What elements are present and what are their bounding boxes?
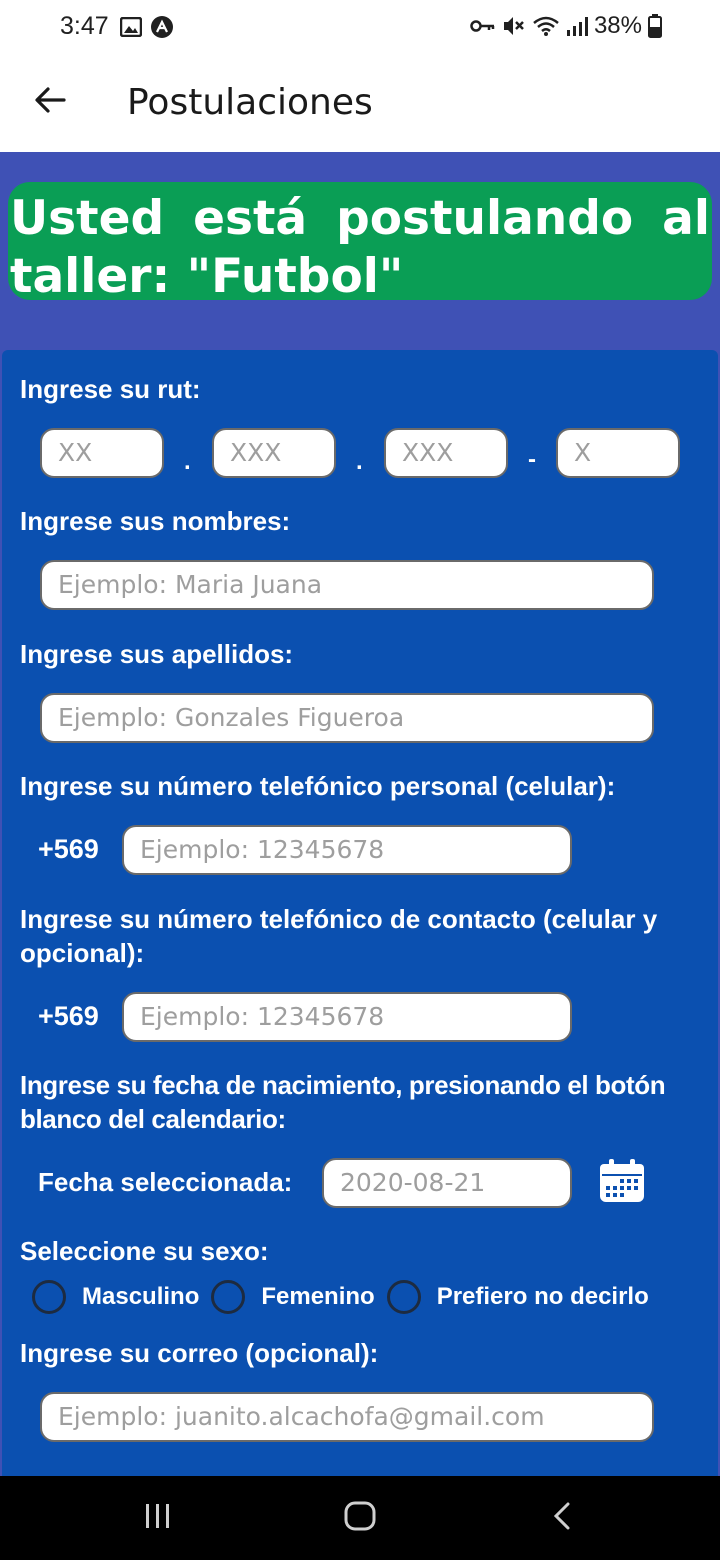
recent-apps-icon — [143, 1502, 173, 1535]
back-nav-button[interactable] — [542, 1498, 582, 1538]
rut-label: Ingrese su rut: — [20, 374, 201, 404]
rut-separator-2: . — [356, 448, 363, 475]
home-icon — [343, 1500, 377, 1537]
radio-masculino[interactable] — [32, 1280, 66, 1314]
signal-icon — [566, 16, 588, 36]
rut-verifier-field[interactable]: X — [556, 428, 680, 478]
apellidos-input[interactable]: Ejemplo: Gonzales Figueroa — [40, 693, 654, 743]
radio-femenino-label[interactable]: Femenino — [261, 1283, 374, 1311]
correo-input[interactable]: Ejemplo: juanito.alcachofa@gmail.com — [40, 1392, 654, 1442]
status-bar: 3:47 38% — [0, 0, 720, 56]
battery-percent: 38% — [593, 12, 642, 39]
page-title: Postulaciones — [127, 82, 373, 123]
arrow-left-icon — [34, 86, 66, 119]
rut-separator-1: . — [184, 448, 191, 475]
telefono-personal-label: Ingrese su número telefónico personal (c… — [20, 771, 616, 801]
app-bar: Postulaciones — [0, 56, 720, 152]
radio-femenino[interactable] — [211, 1280, 246, 1314]
workshop-banner: Usted está postulando al taller: "Futbol… — [8, 182, 712, 300]
correo-label: Ingrese su correo (opcional): — [20, 1338, 379, 1368]
vpn-key-icon — [470, 18, 496, 34]
sexo-label: Seleccione su sexo: — [20, 1236, 269, 1266]
rut-separator-3: - — [528, 446, 536, 473]
radio-prefiero-no-decirlo-label[interactable]: Prefiero no decirlo — [437, 1283, 649, 1311]
application-form: Ingrese su rut: XX . XXX . XXX - X Ingre… — [2, 350, 718, 1476]
telefono-contacto-input[interactable]: Ejemplo: 12345678 — [122, 992, 572, 1042]
telefono-personal-input[interactable]: Ejemplo: 12345678 — [122, 825, 572, 875]
back-nav-icon — [551, 1501, 573, 1536]
telefono-contacto-prefix: +569 — [38, 1001, 99, 1031]
status-right-icons: 38% — [470, 12, 662, 40]
battery-icon — [648, 14, 662, 38]
status-left-icons — [119, 15, 174, 44]
calendar-icon — [598, 1159, 646, 1208]
calendar-button[interactable] — [598, 1158, 646, 1204]
mute-icon — [502, 15, 526, 37]
radio-masculino-label[interactable]: Masculino — [82, 1283, 199, 1311]
nombres-input[interactable]: Ejemplo: Maria Juana — [40, 560, 654, 610]
fecha-label: Ingrese su fecha de nacimiento, presiona… — [20, 1070, 666, 1134]
home-button[interactable] — [340, 1498, 380, 1538]
rut-field-1[interactable]: XX — [40, 428, 164, 478]
nombres-label: Ingrese sus nombres: — [20, 506, 291, 536]
fecha-seleccionada-label: Fecha seleccionada: — [38, 1167, 293, 1197]
image-icon — [119, 16, 143, 42]
back-button[interactable] — [28, 80, 72, 124]
rut-field-3[interactable]: XXX — [384, 428, 508, 478]
app-notification-icon — [150, 15, 174, 44]
wifi-icon — [532, 15, 560, 37]
rut-field-2[interactable]: XXX — [212, 428, 336, 478]
banner-text: Usted está postulando al taller: "Futbol… — [10, 191, 710, 300]
main-content[interactable]: Usted está postulando al taller: "Futbol… — [0, 152, 720, 1476]
telefono-contacto-label: Ingrese su número telefónico de contacto… — [20, 904, 658, 968]
telefono-personal-prefix: +569 — [38, 834, 99, 864]
sexo-radio-group: Masculino Femenino Prefiero no decirlo — [32, 1280, 661, 1314]
radio-prefiero-no-decirlo[interactable] — [386, 1280, 421, 1314]
status-time: 3:47 — [60, 12, 109, 40]
recent-apps-button[interactable] — [138, 1498, 178, 1538]
fecha-input[interactable]: 2020-08-21 — [322, 1158, 572, 1208]
system-nav-bar — [0, 1476, 720, 1560]
apellidos-label: Ingrese sus apellidos: — [20, 639, 294, 669]
